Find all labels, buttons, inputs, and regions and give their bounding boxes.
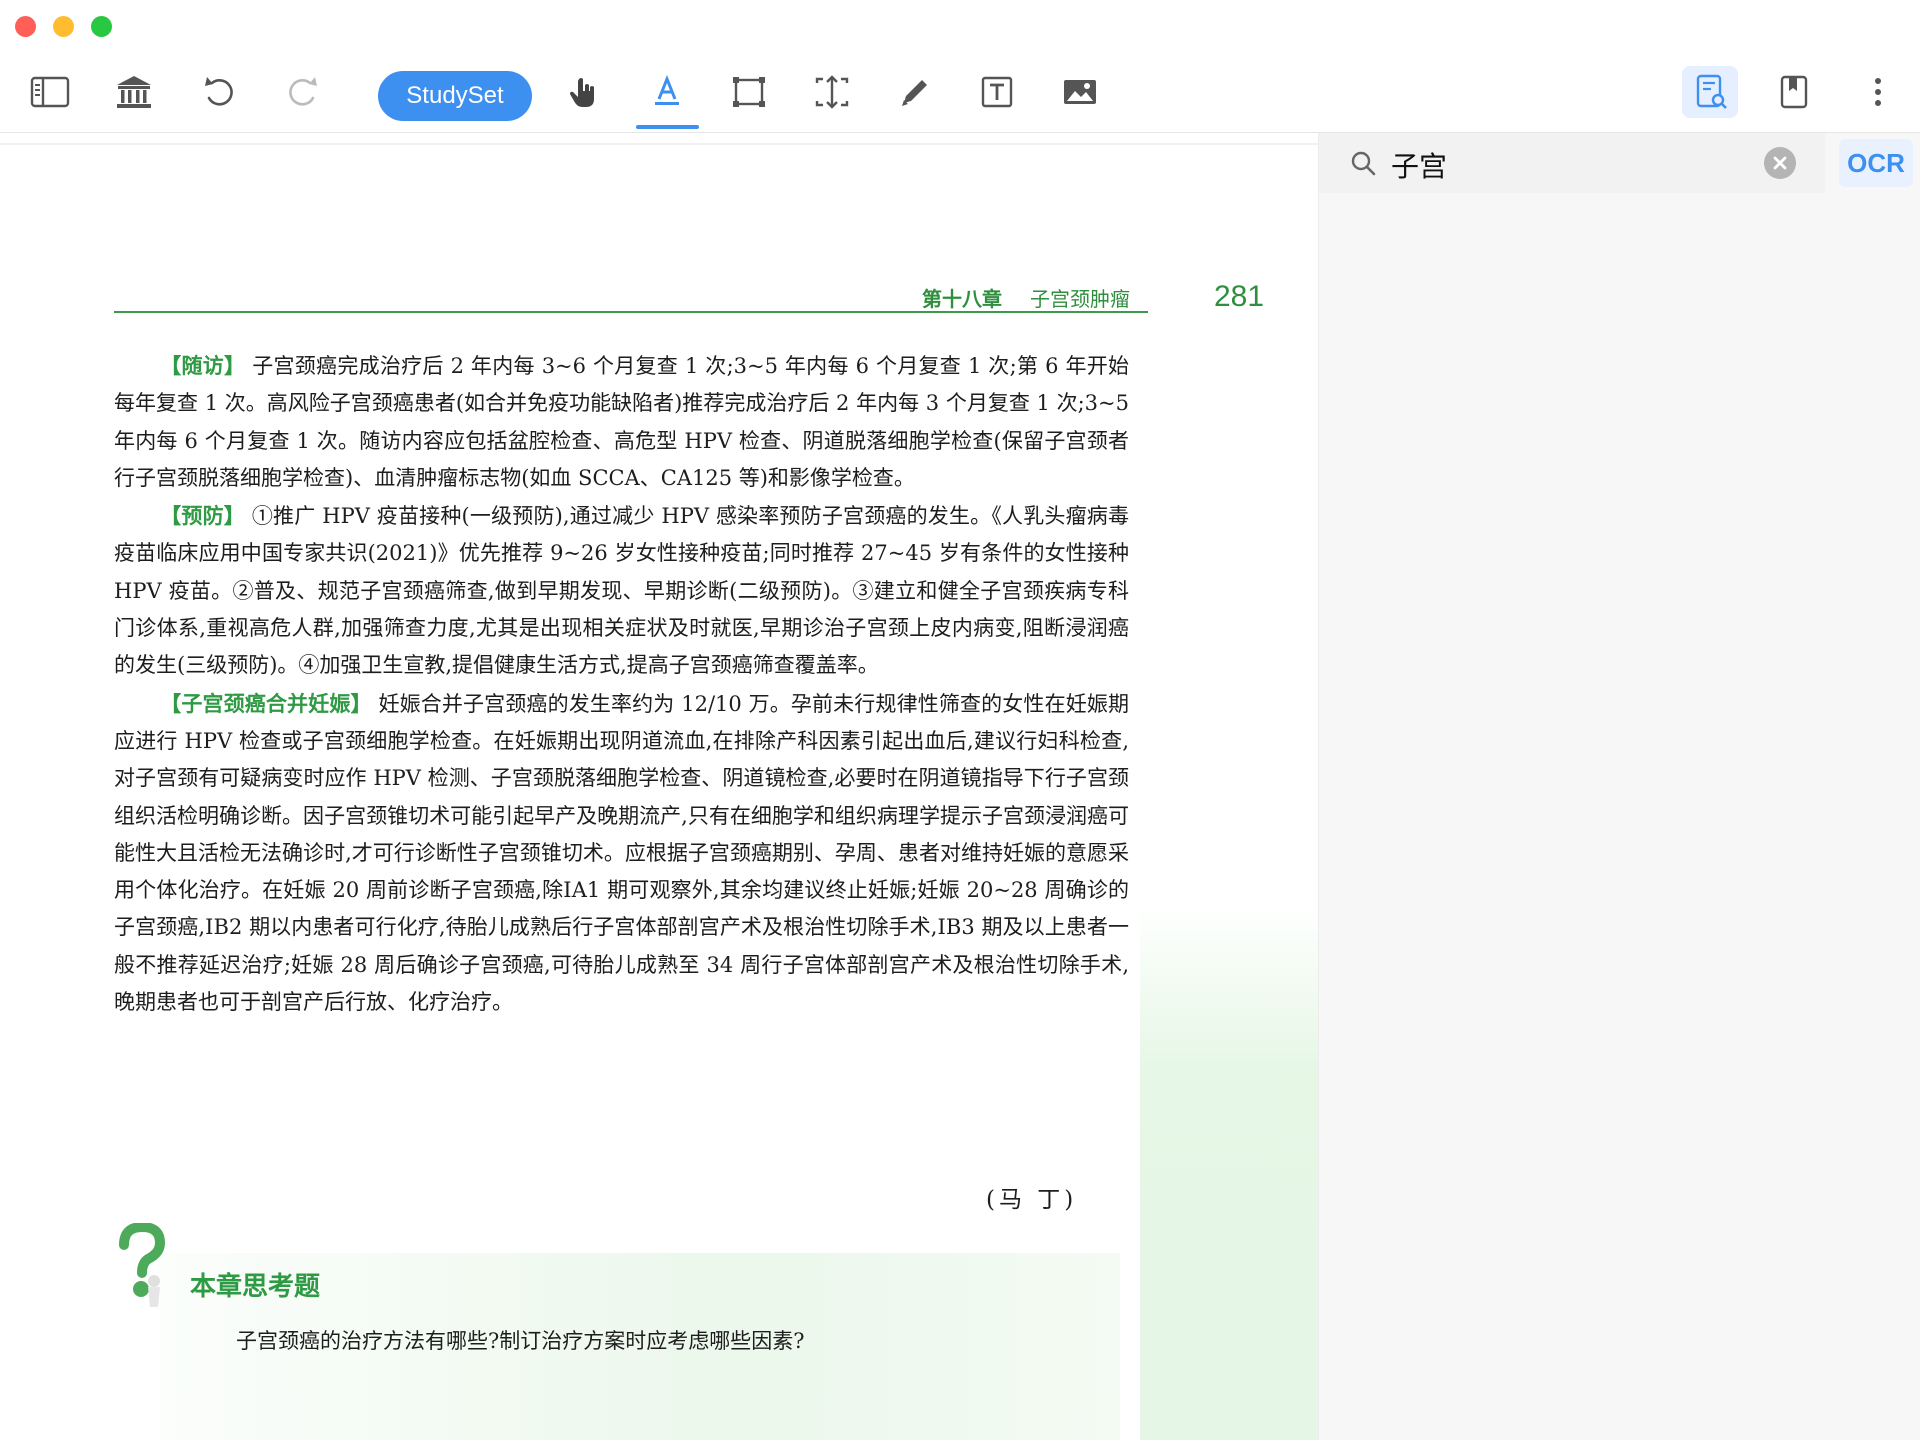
chapter-questions-title: 本章思考题 xyxy=(190,1272,321,1302)
undo-icon[interactable] xyxy=(194,66,246,118)
search-input[interactable]: 子宫 xyxy=(1391,145,1447,185)
page-number: 281 xyxy=(1214,280,1265,313)
page-edge xyxy=(0,143,1318,145)
close-icon xyxy=(1773,156,1787,170)
minimize-window-button[interactable] xyxy=(53,16,74,37)
paragraph-prevention: 【预防】 ①推广 HPV 疫苗接种(一级预防),通过减少 HPV 感染率预防子宫… xyxy=(114,498,1129,684)
bookmark-icon[interactable] xyxy=(1768,66,1820,118)
search-document-icon[interactable] xyxy=(1682,66,1738,118)
body-text: 【随访】 子宫颈癌完成治疗后 2 年内每 3~6 个月复查 1 次;3~5 年内… xyxy=(114,348,1129,1022)
pen-icon[interactable] xyxy=(889,66,941,118)
hand-tool-icon[interactable] xyxy=(558,66,610,118)
active-tool-indicator xyxy=(636,125,699,129)
text-box-icon[interactable] xyxy=(971,66,1023,118)
zoom-window-button[interactable] xyxy=(91,16,112,37)
window-titlebar xyxy=(0,0,1920,52)
chapter-number: 第十八章 xyxy=(922,287,1002,311)
section-tag: 【预防】 xyxy=(160,504,245,529)
page-decoration xyxy=(1140,903,1318,1440)
chapter-question: 子宫颈癌的治疗方法有哪些?制订治疗方案时应考虑哪些因素? xyxy=(236,1329,805,1353)
text-highlight-icon[interactable] xyxy=(641,66,693,118)
more-options-icon[interactable] xyxy=(1852,66,1904,118)
paragraph-text: 子宫颈癌完成治疗后 2 年内每 3~6 个月复查 1 次;3~5 年内每 6 个… xyxy=(114,354,1129,490)
paragraph-followup: 【随访】 子宫颈癌完成治疗后 2 年内每 3~6 个月复查 1 次;3~5 年内… xyxy=(114,348,1129,497)
search-icon xyxy=(1351,151,1376,176)
section-tag: 【子宫颈癌合并妊娠】 xyxy=(160,691,372,716)
library-icon[interactable] xyxy=(108,66,160,118)
paragraph-text: 妊娠合并子宫颈癌的发生率约为 12/10 万。孕前未行规律性筛查的女性在妊娠期应… xyxy=(114,691,1129,1015)
area-select-icon[interactable] xyxy=(723,66,775,118)
close-window-button[interactable] xyxy=(15,16,36,37)
document-page[interactable]: 第十八章 子宫颈肿瘤 281 【随访】 子宫颈癌完成治疗后 2 年内每 3~6 … xyxy=(0,133,1318,1440)
page-running-header: 第十八章 子宫颈肿瘤 xyxy=(114,273,1148,313)
paragraph-text: ①推广 HPV 疫苗接种(一级预防),通过减少 HPV 感染率预防子宫颈癌的发生… xyxy=(114,504,1130,678)
author-credit: (马 丁) xyxy=(986,1187,1078,1213)
redo-icon[interactable] xyxy=(276,66,328,118)
chapter-title: 子宫颈肿瘤 xyxy=(1030,287,1130,311)
image-tool-icon[interactable] xyxy=(1054,66,1106,118)
studyset-button[interactable]: StudySet xyxy=(378,71,532,121)
ocr-button[interactable]: OCR xyxy=(1839,139,1913,187)
search-field[interactable]: 子宫 xyxy=(1319,133,1825,193)
crop-expand-icon[interactable] xyxy=(806,66,858,118)
search-sidebar: 子宫 OCR xyxy=(1318,133,1920,1440)
clear-search-button[interactable] xyxy=(1764,147,1796,179)
toolbar: StudySet xyxy=(0,52,1920,133)
question-mark-icon xyxy=(119,1223,166,1307)
sidebar-toggle-icon[interactable] xyxy=(24,66,76,118)
section-tag: 【随访】 xyxy=(160,354,246,378)
paragraph-pregnancy: 【子宫颈癌合并妊娠】 妊娠合并子宫颈癌的发生率约为 12/10 万。孕前未行规律… xyxy=(114,686,1129,1022)
